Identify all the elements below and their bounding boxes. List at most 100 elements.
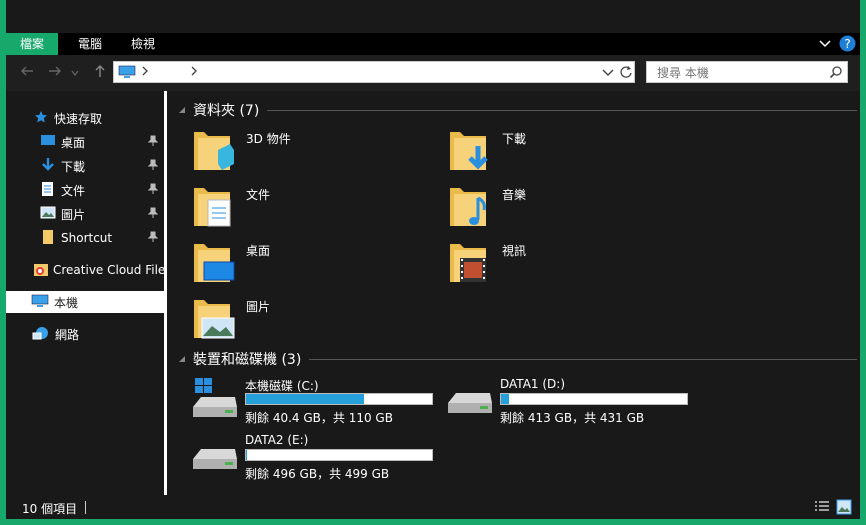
drive-usage-bar bbox=[245, 449, 433, 461]
back-arrow-icon[interactable] bbox=[20, 65, 34, 80]
sidebar-item-label: 下載 bbox=[61, 159, 86, 174]
recent-locations-icon[interactable] bbox=[71, 66, 79, 80]
pin-icon[interactable] bbox=[147, 135, 159, 150]
pictures-icon bbox=[40, 206, 56, 223]
drives-group-header[interactable]: 裝置和磁碟機 (3) bbox=[177, 349, 857, 369]
collapse-chevron-icon bbox=[179, 107, 185, 113]
folders-group-header[interactable]: 資料夾 (7) bbox=[177, 100, 857, 120]
folder-label: 桌面 bbox=[246, 244, 271, 258]
sidebar-item-downloads[interactable]: 下載 bbox=[6, 155, 164, 177]
drive-usage-fill bbox=[246, 394, 364, 404]
tab-view[interactable]: 檢視 bbox=[117, 33, 169, 55]
status-divider bbox=[85, 501, 86, 514]
group-divider bbox=[309, 358, 857, 360]
group-title: 資料夾 (7) bbox=[193, 103, 260, 119]
breadcrumb-chevron-icon[interactable] bbox=[190, 65, 198, 80]
this-pc-icon bbox=[118, 65, 136, 82]
breadcrumb-chevron-icon[interactable] bbox=[141, 65, 149, 80]
system-drive-icon bbox=[193, 378, 237, 417]
folder-item-music[interactable]: 音樂 bbox=[446, 184, 686, 234]
forward-arrow-icon[interactable] bbox=[48, 65, 62, 80]
details-view-icon[interactable] bbox=[814, 500, 830, 517]
sidebar-item-shortcut[interactable]: Shortcut bbox=[6, 227, 164, 249]
drive-free-space: 剩餘 413 GB，共 431 GB bbox=[500, 411, 645, 425]
drive-item-d[interactable]: DATA1 (D:) 剩餘 413 GB，共 431 GB bbox=[446, 377, 696, 427]
drive-usage-fill bbox=[501, 394, 509, 404]
folder-item-pictures[interactable]: 圖片 bbox=[190, 296, 430, 346]
tab-computer[interactable]: 電腦 bbox=[64, 33, 116, 55]
drive-label: DATA2 (E:) bbox=[245, 433, 309, 447]
drive-item-e[interactable]: DATA2 (E:) 剩餘 496 GB，共 499 GB bbox=[191, 433, 441, 483]
sidebar-item-creative-cloud[interactable]: Creative Cloud Files bbox=[6, 259, 172, 281]
folder-item-3d-objects[interactable]: 3D 物件 bbox=[190, 128, 430, 178]
creative-cloud-icon bbox=[33, 261, 49, 280]
sidebar-item-label: 文件 bbox=[61, 183, 86, 198]
sidebar-item-quick-access[interactable]: 快速存取 bbox=[6, 107, 164, 129]
pictures-folder-icon bbox=[194, 300, 235, 339]
ribbon-tabs: 檔案 電腦 檢視 ? bbox=[6, 33, 860, 55]
sidebar-item-label: 圖片 bbox=[61, 207, 86, 222]
drive-usage-bar bbox=[500, 393, 688, 405]
folder-item-videos[interactable]: 視訊 bbox=[446, 240, 686, 290]
tab-file[interactable]: 檔案 bbox=[6, 33, 59, 55]
drive-free-space: 剩餘 40.4 GB，共 110 GB bbox=[245, 411, 393, 425]
folder-label: 視訊 bbox=[502, 244, 527, 258]
large-icons-view-icon[interactable] bbox=[836, 499, 852, 518]
drive-free-space: 剩餘 496 GB，共 499 GB bbox=[245, 467, 390, 481]
sidebar-item-network[interactable]: 網路 bbox=[6, 323, 164, 345]
collapse-chevron-icon bbox=[179, 356, 185, 362]
item-count: 10 個項目 bbox=[22, 502, 78, 516]
sidebar-item-this-pc[interactable]: 本機 bbox=[6, 291, 164, 313]
drive-label: 本機磁碟 (C:) bbox=[245, 379, 319, 393]
star-icon bbox=[34, 110, 48, 127]
pin-icon[interactable] bbox=[147, 183, 159, 198]
sidebar-item-label: 快速存取 bbox=[54, 111, 103, 126]
hard-drive-icon bbox=[448, 393, 492, 413]
group-divider bbox=[267, 109, 857, 111]
sidebar-item-label: 桌面 bbox=[61, 135, 86, 150]
pin-icon[interactable] bbox=[147, 159, 159, 174]
folder-label: 3D 物件 bbox=[246, 132, 291, 146]
search-box[interactable] bbox=[646, 61, 848, 83]
address-bar[interactable]: 本機 bbox=[113, 61, 635, 83]
desktop-folder-icon bbox=[194, 244, 235, 282]
sidebar-item-documents[interactable]: 文件 bbox=[6, 179, 164, 201]
explorer-window: 檔案 電腦 檢視 ? 本機 搜尋 本機 快速存取 桌面 下載 文件 圖片 Sho… bbox=[6, 0, 860, 519]
expand-ribbon-icon[interactable] bbox=[819, 38, 831, 52]
music-folder-icon bbox=[450, 188, 486, 226]
hard-drive-icon bbox=[193, 449, 237, 469]
address-dropdown-icon[interactable] bbox=[602, 67, 614, 81]
sidebar-item-pictures[interactable]: 圖片 bbox=[6, 203, 164, 225]
folder-item-documents[interactable]: 文件 bbox=[190, 184, 430, 234]
this-pc-icon bbox=[31, 294, 49, 311]
network-icon bbox=[32, 325, 50, 344]
pin-icon[interactable] bbox=[147, 207, 159, 222]
drive-item-c[interactable]: 本機磁碟 (C:) 剩餘 40.4 GB，共 110 GB bbox=[191, 377, 441, 427]
3d-objects-icon bbox=[194, 132, 234, 170]
folder-label: 下載 bbox=[502, 132, 527, 146]
search-icon[interactable] bbox=[829, 65, 843, 82]
videos-folder-icon bbox=[450, 244, 486, 282]
download-icon bbox=[40, 157, 56, 176]
navigation-pane: 快速存取 桌面 下載 文件 圖片 Shortcut Creative Cloud… bbox=[6, 91, 172, 495]
folder-item-desktop[interactable]: 桌面 bbox=[190, 240, 430, 290]
help-icon[interactable]: ? bbox=[839, 35, 856, 55]
search-input[interactable] bbox=[655, 63, 819, 83]
folder-icon bbox=[42, 229, 54, 248]
sidebar-item-label: Shortcut bbox=[61, 231, 113, 245]
sidebar-item-label: 本機 bbox=[54, 295, 79, 310]
folder-item-downloads[interactable]: 下載 bbox=[446, 128, 686, 178]
up-arrow-icon[interactable] bbox=[94, 64, 106, 81]
pin-icon[interactable] bbox=[147, 231, 159, 246]
navigation-bar: 本機 bbox=[6, 55, 860, 91]
sidebar-item-desktop[interactable]: 桌面 bbox=[6, 131, 164, 153]
breadcrumb-this-pc[interactable]: 本機 bbox=[154, 65, 178, 82]
document-icon bbox=[41, 181, 55, 200]
drive-usage-fill bbox=[246, 450, 248, 460]
refresh-icon[interactable] bbox=[619, 64, 633, 83]
sidebar-item-label: 網路 bbox=[55, 327, 80, 342]
sidebar-item-label: Creative Cloud Files bbox=[53, 263, 172, 277]
folder-label: 圖片 bbox=[246, 300, 271, 314]
group-title: 裝置和磁碟機 (3) bbox=[193, 352, 302, 368]
status-bar: 10 個項目 bbox=[6, 495, 860, 519]
